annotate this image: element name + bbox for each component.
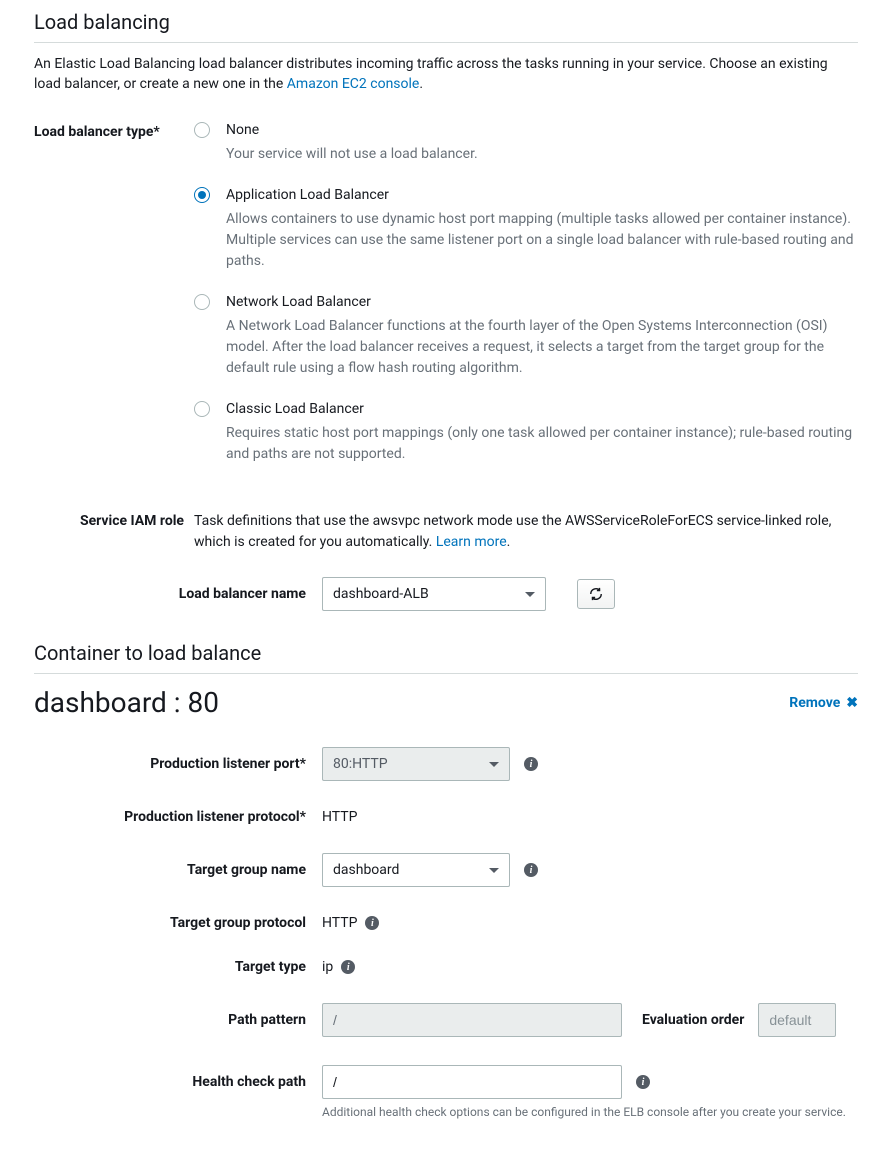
- info-icon[interactable]: i: [636, 1075, 650, 1089]
- container-section-title: Container to load balance: [34, 641, 858, 665]
- lb-name-label: Load balancer name: [179, 586, 306, 602]
- ec2-console-link[interactable]: Amazon EC2 console: [287, 76, 420, 92]
- refresh-button[interactable]: [577, 579, 615, 609]
- radio-option-clb[interactable]: Classic Load Balancer Requires static ho…: [194, 401, 858, 465]
- tg-name-label: Target group name: [187, 862, 306, 878]
- radio-label: Application Load Balancer: [226, 187, 389, 203]
- tg-name-select[interactable]: dashboard: [322, 853, 510, 887]
- divider: [34, 42, 858, 43]
- radio-label: Network Load Balancer: [226, 294, 371, 310]
- intro-suffix: .: [419, 76, 423, 92]
- section-title: Load balancing: [34, 10, 858, 34]
- lb-name-select[interactable]: dashboard-ALB: [322, 577, 546, 611]
- refresh-icon: [589, 587, 603, 601]
- iam-role-text: Task definitions that use the awsvpc net…: [194, 513, 831, 550]
- health-check-input[interactable]: [322, 1065, 622, 1099]
- health-check-row: Health check path i: [34, 1065, 858, 1099]
- remove-label: Remove: [789, 695, 840, 711]
- tg-protocol-row: Target group protocol HTTP i: [34, 915, 858, 931]
- iam-role-label: Service IAM role: [80, 513, 184, 529]
- radio-label: Classic Load Balancer: [226, 401, 364, 417]
- radio-option-nlb[interactable]: Network Load Balancer A Network Load Bal…: [194, 294, 858, 379]
- listener-protocol-row: Production listener protocol* HTTP: [34, 809, 858, 825]
- path-pattern-input[interactable]: [322, 1003, 622, 1037]
- radio-icon[interactable]: [194, 294, 210, 310]
- target-type-value: ip: [322, 959, 333, 975]
- radio-desc: Your service will not use a load balance…: [226, 144, 858, 165]
- tg-name-row: Target group name dashboard i: [34, 853, 858, 887]
- intro-text: An Elastic Load Balancing load balancer …: [34, 55, 858, 94]
- divider: [34, 673, 858, 674]
- intro-prefix: An Elastic Load Balancing load balancer …: [34, 56, 828, 92]
- remove-button[interactable]: Remove ✖: [789, 695, 858, 711]
- caret-down-icon: [525, 592, 535, 597]
- radio-option-none[interactable]: None Your service will not use a load ba…: [194, 122, 858, 165]
- target-type-label: Target type: [235, 959, 306, 975]
- tg-protocol-value: HTTP: [322, 915, 357, 931]
- radio-option-alb[interactable]: Application Load Balancer Allows contain…: [194, 187, 858, 272]
- radio-desc: Requires static host port mappings (only…: [226, 423, 858, 465]
- radio-icon[interactable]: [194, 401, 210, 417]
- radio-desc: Allows containers to use dynamic host po…: [226, 209, 858, 272]
- learn-more-link[interactable]: Learn more: [436, 534, 507, 550]
- lb-name-value: dashboard-ALB: [333, 586, 429, 602]
- radio-icon[interactable]: [194, 122, 210, 138]
- caret-down-icon: [489, 868, 499, 873]
- lb-type-row: Load balancer type* None Your service wi…: [34, 122, 858, 487]
- info-icon[interactable]: i: [365, 916, 379, 930]
- path-pattern-row: Path pattern Evaluation order: [34, 1003, 858, 1037]
- info-icon[interactable]: i: [341, 960, 355, 974]
- container-header: dashboard : 80 Remove ✖: [34, 686, 858, 719]
- info-icon[interactable]: i: [524, 863, 538, 877]
- iam-role-row: Service IAM role Task definitions that u…: [34, 511, 858, 553]
- close-icon: ✖: [846, 695, 858, 711]
- lb-type-label: Load balancer type*: [34, 124, 160, 140]
- info-icon[interactable]: i: [524, 757, 538, 771]
- target-type-row: Target type ip i: [34, 959, 858, 975]
- tg-name-value: dashboard: [333, 862, 399, 878]
- listener-protocol-value: HTTP: [322, 809, 357, 825]
- listener-protocol-label: Production listener protocol*: [124, 809, 306, 825]
- iam-role-suffix: .: [507, 534, 511, 550]
- listener-port-value: 80:HTTP: [333, 756, 388, 772]
- radio-desc: A Network Load Balancer functions at the…: [226, 316, 858, 379]
- radio-label: None: [226, 122, 259, 138]
- path-pattern-label: Path pattern: [228, 1012, 306, 1028]
- caret-down-icon: [489, 762, 499, 767]
- listener-port-label: Production listener port*: [150, 756, 306, 772]
- eval-order-input[interactable]: [758, 1003, 836, 1037]
- radio-icon[interactable]: [194, 187, 210, 203]
- lb-name-row: Load balancer name dashboard-ALB: [34, 577, 858, 611]
- tg-protocol-label: Target group protocol: [170, 915, 306, 931]
- health-check-help: Additional health check options can be c…: [322, 1105, 858, 1119]
- health-check-label: Health check path: [192, 1074, 306, 1090]
- listener-port-row: Production listener port* 80:HTTP i: [34, 747, 858, 781]
- eval-order-label: Evaluation order: [642, 1012, 744, 1028]
- listener-port-select[interactable]: 80:HTTP: [322, 747, 510, 781]
- container-name: dashboard : 80: [34, 686, 219, 719]
